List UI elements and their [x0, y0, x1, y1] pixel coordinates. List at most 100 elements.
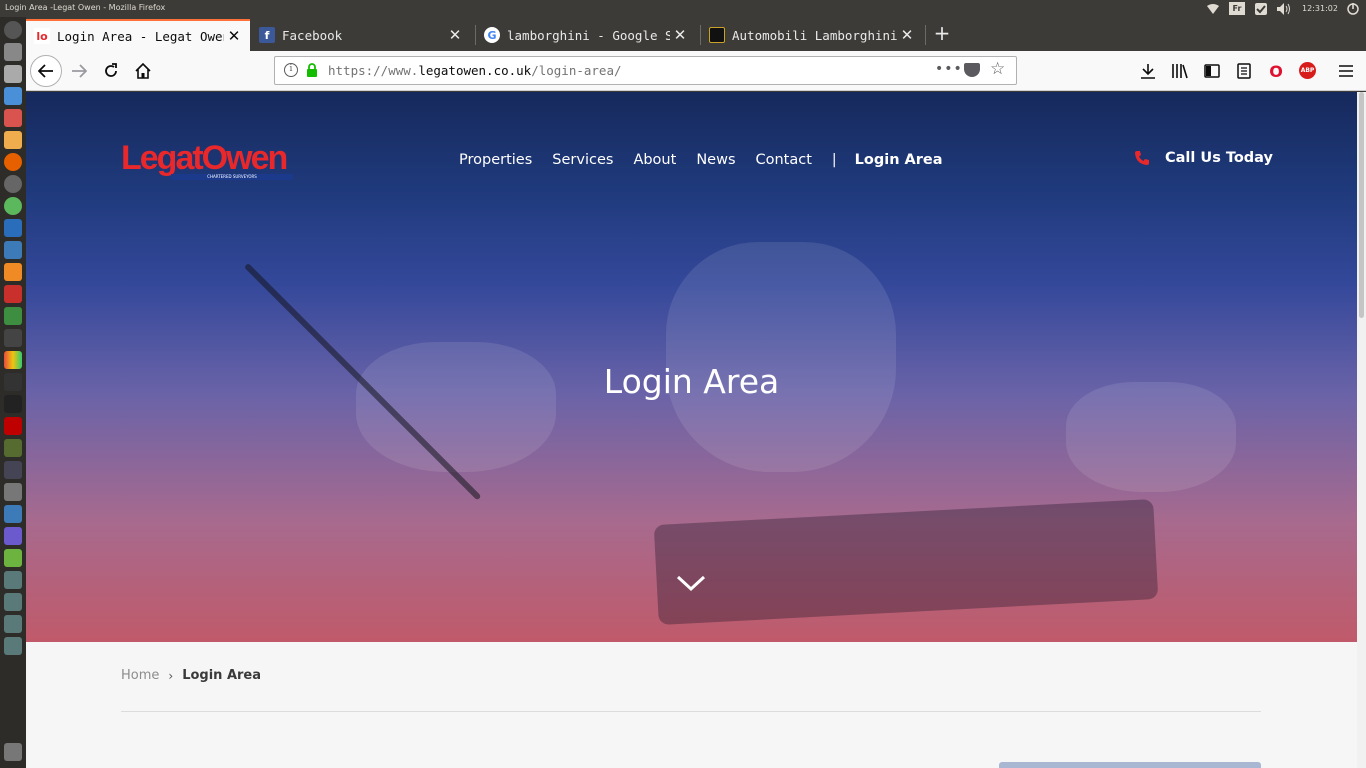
close-tab-icon[interactable]: ✕ [670, 26, 690, 44]
page-title: Login Area [603, 362, 780, 401]
app-icon[interactable] [4, 351, 22, 369]
site-info-icon[interactable]: i [284, 63, 298, 77]
library-icon[interactable] [1169, 60, 1191, 82]
page-actions-button[interactable]: ••• [935, 61, 963, 77]
call-us-link[interactable]: Call Us Today [1134, 150, 1273, 166]
nav-divider: | [831, 152, 837, 168]
new-tab-button[interactable]: + [931, 23, 953, 45]
nav-contact[interactable]: Contact [756, 152, 812, 168]
navigation-toolbar: i https://www.legatowen.co.uk/login-area… [26, 51, 1366, 91]
breadcrumb-separator: › [168, 668, 174, 683]
volume-icon[interactable] [1276, 1, 1292, 16]
app-icon[interactable] [4, 373, 22, 391]
dash-icon[interactable] [4, 21, 22, 39]
chevron-down-icon[interactable] [676, 573, 706, 593]
facebook-favicon-icon: f [259, 27, 275, 43]
app-icon[interactable] [4, 593, 22, 611]
tab-bar: lo Login Area - Legat Owen ✕ f Facebook … [26, 17, 1366, 51]
app-icon[interactable] [4, 285, 22, 303]
wifi-icon[interactable] [1206, 1, 1220, 16]
files-icon[interactable] [4, 43, 22, 61]
lock-icon[interactable] [306, 63, 318, 77]
mail-icon[interactable] [4, 461, 22, 479]
breadcrumb-current: Login Area [182, 668, 262, 683]
window-title: Login Area -Legat Owen - Mozilla Firefox [5, 3, 166, 12]
app-icon[interactable] [4, 637, 22, 655]
tab-login-area[interactable]: lo Login Area - Legat Owen ✕ [26, 19, 250, 51]
url-path: /login-area/ [531, 63, 622, 78]
hero-image-hand [666, 242, 896, 472]
os-top-bar: Login Area -Legat Owen - Mozilla Firefox… [0, 0, 1366, 17]
tab-google-search[interactable]: G lamborghini - Google Sea ✕ [476, 19, 696, 51]
app-icon[interactable] [4, 307, 22, 325]
terminal-icon[interactable] [4, 65, 22, 83]
firefox-icon[interactable] [4, 153, 22, 171]
home-button[interactable] [129, 57, 157, 85]
keyboard-layout-indicator[interactable]: Fr [1229, 2, 1245, 15]
nav-properties[interactable]: Properties [459, 152, 532, 168]
logo-tagline: CHARTERED SURVEYORS [171, 174, 293, 180]
breadcrumb-home[interactable]: Home [121, 668, 159, 683]
download-icon[interactable] [1137, 60, 1159, 82]
nav-about[interactable]: About [633, 152, 676, 168]
app-icon[interactable] [4, 615, 22, 633]
main-navigation: Properties Services About News Contact |… [459, 152, 963, 168]
tab-separator [925, 25, 926, 45]
chrome-icon[interactable] [4, 197, 22, 215]
close-tab-icon[interactable]: ✕ [445, 26, 465, 44]
app-icon[interactable] [4, 549, 22, 567]
back-button[interactable] [30, 55, 62, 87]
sidebar-icon[interactable] [1201, 60, 1223, 82]
close-tab-icon[interactable]: ✕ [224, 27, 244, 45]
bookmark-star-icon[interactable]: ☆ [990, 59, 1005, 79]
tab-facebook[interactable]: f Facebook ✕ [251, 19, 471, 51]
trash-icon[interactable] [4, 743, 22, 761]
forward-button[interactable] [65, 57, 93, 85]
opera-icon[interactable]: O [1265, 60, 1287, 82]
vlc-icon[interactable] [4, 263, 22, 281]
app-icon[interactable] [4, 131, 22, 149]
phone-icon [1135, 151, 1149, 165]
app-icon[interactable] [4, 505, 22, 523]
web-page: LegatOwen CHARTERED SURVEYORS Properties… [26, 92, 1357, 768]
tab-label: Facebook [282, 27, 343, 43]
app-icon[interactable] [4, 439, 22, 457]
nav-services[interactable]: Services [552, 152, 613, 168]
app-icon[interactable] [4, 109, 22, 127]
page-scrollbar[interactable] [1357, 92, 1366, 768]
logo-wordmark: LegatOwen [121, 139, 288, 177]
url-bar[interactable]: i https://www.legatowen.co.uk/login-area… [274, 56, 1017, 85]
login-panel[interactable] [999, 762, 1261, 768]
site-logo[interactable]: LegatOwen CHARTERED SURVEYORS [121, 139, 295, 181]
power-icon[interactable] [1345, 1, 1361, 16]
hero-image-tablet [653, 498, 1159, 626]
settings-icon[interactable] [4, 175, 22, 193]
pocket-icon[interactable] [964, 63, 980, 77]
tab-label: Login Area - Legat Owen [57, 28, 224, 44]
nav-login-area[interactable]: Login Area [855, 152, 943, 168]
tab-lamborghini[interactable]: Automobili Lamborghini ✕ [701, 19, 923, 51]
app-icon[interactable] [4, 571, 22, 589]
adblock-icon[interactable]: ABP [1299, 62, 1316, 79]
url-text[interactable]: https://www.legatowen.co.uk/login-area/ [328, 63, 622, 78]
app-icon[interactable] [4, 329, 22, 347]
star-app-icon[interactable] [4, 395, 22, 413]
lamborghini-favicon-icon [709, 27, 725, 43]
filezilla-icon[interactable] [4, 417, 22, 435]
reload-button[interactable] [97, 57, 125, 85]
updates-icon[interactable] [1254, 1, 1268, 16]
reader-icon[interactable] [1233, 60, 1255, 82]
menu-icon[interactable] [1335, 60, 1357, 82]
app-icon[interactable] [4, 483, 22, 501]
app-icon[interactable] [4, 87, 22, 105]
nav-news[interactable]: News [696, 152, 735, 168]
close-tab-icon[interactable]: ✕ [897, 26, 917, 44]
url-scheme: https://www. [328, 63, 419, 78]
clock[interactable]: 12:31:02 [1300, 1, 1340, 16]
google-favicon-icon: G [484, 27, 500, 43]
app-icon[interactable] [4, 527, 22, 545]
scrollbar-thumb[interactable] [1359, 92, 1364, 318]
vscode-icon[interactable] [4, 219, 22, 237]
call-us-label: Call Us Today [1165, 150, 1273, 166]
writer-icon[interactable] [4, 241, 22, 259]
